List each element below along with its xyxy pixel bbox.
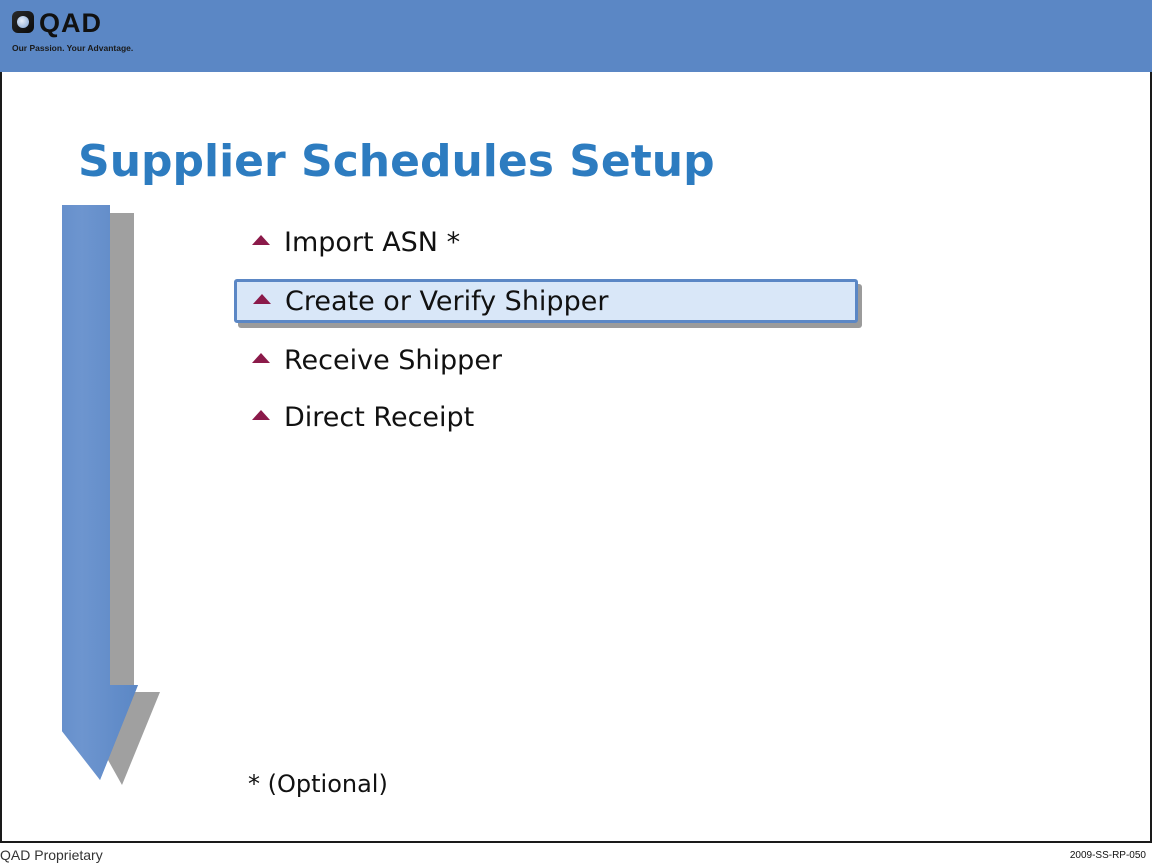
triangle-up-icon [252,410,270,420]
qad-logo-icon [12,11,34,33]
step-import-asn: Import ASN * [236,220,876,264]
step-label: Create or Verify Shipper [285,285,609,317]
slide-title: Supplier Schedules Setup [78,136,715,187]
step-direct-receipt: Direct Receipt [236,395,876,439]
step-label: Receive Shipper [284,344,503,376]
optional-footnote: * (Optional) [248,770,388,798]
header-bar: QAD Our Passion. Your Advantage. [0,0,1152,72]
footer-slide-id: 2009-SS-RP-050 [1069,850,1146,861]
logo-text: QAD [39,8,102,38]
triangle-up-icon [252,353,270,363]
footer-proprietary: QAD Proprietary [0,847,103,863]
step-create-or-verify-shipper: Create or Verify Shipper [234,279,858,323]
triangle-up-icon [252,235,270,245]
step-label: Direct Receipt [284,401,475,433]
step-receive-shipper: Receive Shipper [236,338,876,382]
down-arrow-icon [62,205,160,785]
logo-tagline: Our Passion. Your Advantage. [12,43,134,53]
step-label: Import ASN * [284,226,461,258]
triangle-up-icon [253,294,271,304]
